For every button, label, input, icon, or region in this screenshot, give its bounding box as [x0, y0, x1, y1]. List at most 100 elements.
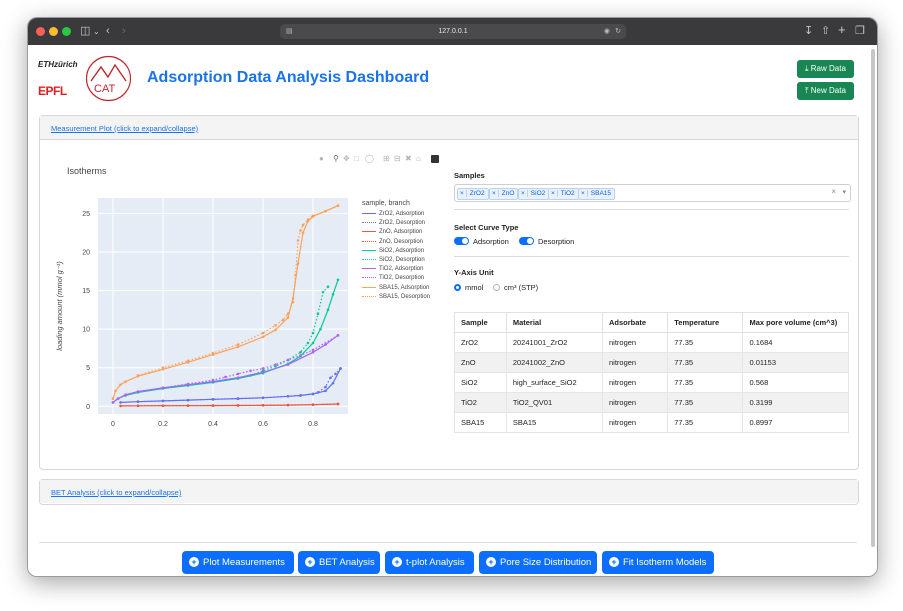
- data-point[interactable]: [274, 323, 277, 327]
- data-point[interactable]: [161, 404, 165, 407]
- data-point[interactable]: [311, 348, 315, 352]
- back-arrow-icon[interactable]: ‹: [106, 25, 110, 38]
- data-point[interactable]: [301, 223, 305, 227]
- data-point[interactable]: [116, 397, 120, 400]
- remove-chip-icon[interactable]: ×: [519, 190, 528, 197]
- share-icon[interactable]: ⇧: [821, 25, 830, 38]
- data-point[interactable]: [136, 404, 140, 408]
- data-point[interactable]: [136, 400, 140, 403]
- bet-analysis-button[interactable]: + BET Analysis: [298, 551, 380, 574]
- data-point[interactable]: [261, 396, 265, 400]
- data-point[interactable]: [211, 398, 215, 401]
- data-point[interactable]: [261, 335, 265, 339]
- sample-chip[interactable]: × SBA15: [578, 188, 616, 200]
- data-point[interactable]: [299, 394, 302, 397]
- data-point[interactable]: [161, 366, 165, 370]
- legend-item[interactable]: TiO2, Desorption: [362, 275, 424, 281]
- data-point[interactable]: [136, 390, 140, 393]
- data-point[interactable]: [319, 327, 322, 331]
- data-point[interactable]: [186, 398, 190, 402]
- data-point[interactable]: [296, 262, 300, 265]
- data-point[interactable]: [316, 312, 320, 316]
- new-tab-icon[interactable]: +: [838, 23, 846, 36]
- data-point[interactable]: [311, 214, 315, 218]
- mmol-radio[interactable]: [454, 284, 461, 291]
- data-point[interactable]: [281, 318, 285, 322]
- data-point[interactable]: [236, 404, 240, 407]
- bet-card-header[interactable]: BET Analysis (click to expand/collapse): [40, 480, 858, 503]
- data-point[interactable]: [296, 239, 300, 242]
- pore-size-distribution-button[interactable]: + Pore Size Distribution: [479, 551, 597, 574]
- data-point[interactable]: [136, 374, 140, 377]
- data-point[interactable]: [299, 229, 302, 232]
- desorption-toggle[interactable]: [519, 237, 534, 245]
- plot-measurements-button[interactable]: + Plot Measurements: [182, 551, 294, 574]
- maximize-window-button[interactable]: [62, 27, 71, 36]
- scrollbar[interactable]: [871, 49, 875, 547]
- legend-item[interactable]: SiO2, Adsorption: [362, 248, 424, 254]
- data-point[interactable]: [334, 372, 337, 376]
- data-point[interactable]: [336, 334, 340, 337]
- data-point[interactable]: [286, 312, 290, 316]
- data-point[interactable]: [211, 351, 215, 355]
- table-header-cell[interactable]: Adsorbate: [601, 312, 669, 333]
- data-point[interactable]: [119, 401, 122, 404]
- legend-item[interactable]: ZnO, Adsorption: [362, 229, 422, 235]
- data-point[interactable]: [119, 404, 122, 408]
- data-point[interactable]: [261, 367, 265, 370]
- data-point[interactable]: [211, 378, 215, 382]
- data-point[interactable]: [306, 218, 310, 221]
- data-point[interactable]: [324, 385, 327, 389]
- data-point[interactable]: [324, 209, 327, 213]
- new-data-button[interactable]: ⤒ New Data: [797, 82, 854, 100]
- measurement-toggle-link[interactable]: Measurement Plot (click to expand/collap…: [51, 124, 198, 133]
- data-point[interactable]: [339, 367, 342, 370]
- pan-icon[interactable]: ✥: [343, 154, 350, 163]
- sample-chip[interactable]: × TiO2: [548, 188, 579, 200]
- remove-chip-icon[interactable]: ×: [490, 190, 499, 197]
- data-point[interactable]: [324, 389, 327, 393]
- data-point[interactable]: [311, 341, 315, 345]
- data-point[interactable]: [124, 380, 127, 383]
- reset-axes-icon[interactable]: ⌂: [416, 154, 421, 163]
- translate-icon[interactable]: ◉: [604, 24, 610, 39]
- legend-item[interactable]: ZnO, Desorption: [362, 239, 423, 245]
- remove-chip-icon[interactable]: ×: [458, 190, 467, 197]
- legend-item[interactable]: ZrO2, Desorption: [362, 220, 425, 226]
- data-point[interactable]: [186, 382, 190, 386]
- box-select-icon[interactable]: □: [354, 154, 359, 163]
- plot-area[interactable]: [98, 198, 348, 414]
- tab-overview-icon[interactable]: ❐: [855, 25, 865, 38]
- legend-item[interactable]: ZrO2, Adsorption: [362, 211, 424, 217]
- lasso-icon[interactable]: ◯: [365, 154, 374, 163]
- data-point[interactable]: [274, 328, 277, 332]
- data-point[interactable]: [261, 403, 265, 407]
- data-point[interactable]: [294, 273, 297, 277]
- minimize-window-button[interactable]: [49, 27, 58, 36]
- data-point[interactable]: [331, 293, 335, 296]
- adsorption-toggle[interactable]: [454, 237, 469, 245]
- data-point[interactable]: [236, 376, 240, 380]
- data-point[interactable]: [331, 381, 335, 385]
- dropdown-arrow-icon[interactable]: ▾: [842, 188, 846, 196]
- remove-chip-icon[interactable]: ×: [549, 190, 558, 197]
- forward-arrow-icon[interactable]: ›: [122, 25, 126, 38]
- data-point[interactable]: [286, 316, 290, 319]
- data-point[interactable]: [299, 350, 302, 354]
- bet-toggle-link[interactable]: BET Analysis (click to expand/collapse): [51, 488, 181, 497]
- data-point[interactable]: [291, 300, 295, 304]
- address-bar[interactable]: ▤ 127.0.0.1 ◉ ↻: [280, 24, 626, 39]
- cm3-radio[interactable]: [493, 284, 500, 291]
- data-point[interactable]: [124, 393, 127, 397]
- raw-data-button[interactable]: ⤓ Raw Data: [797, 60, 854, 78]
- close-window-button[interactable]: [36, 27, 45, 36]
- download-icon[interactable]: ↧: [804, 25, 813, 38]
- t-plot-analysis-button[interactable]: + t-plot Analysis: [385, 551, 474, 574]
- table-header-cell[interactable]: Max pore volume (cm^3): [742, 312, 849, 333]
- data-point[interactable]: [336, 204, 340, 208]
- data-point[interactable]: [261, 331, 265, 335]
- zoom-out-icon[interactable]: ⊟: [394, 154, 401, 163]
- isotherm-chart[interactable]: 00.20.40.60.80510152025p/p₀loading amoun…: [50, 172, 350, 432]
- data-point[interactable]: [316, 391, 320, 394]
- sidebar-toggle-icon[interactable]: ◫: [80, 25, 90, 38]
